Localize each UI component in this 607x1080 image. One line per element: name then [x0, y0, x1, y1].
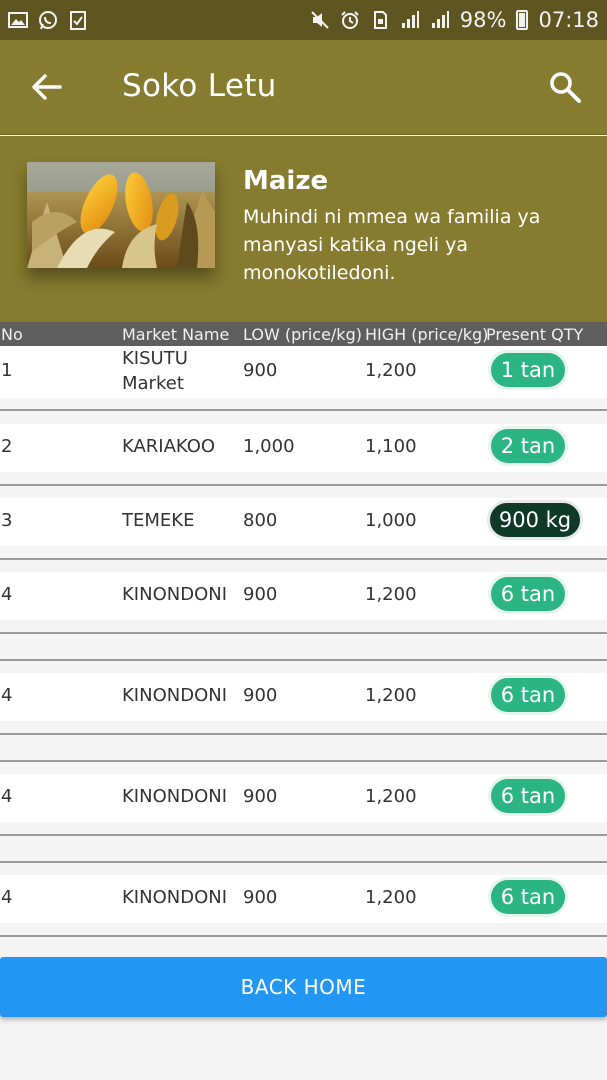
cell-low-price: 900	[243, 685, 278, 706]
cell-high-price: 1,200	[365, 360, 417, 381]
table-header: No Market Name LOW (price/kg) HIGH (pric…	[0, 322, 607, 346]
battery-percent: 98%	[459, 8, 507, 32]
cell-market-name: KINONDONI	[122, 685, 228, 706]
search-icon[interactable]	[548, 70, 582, 104]
product-name: Maize	[243, 166, 329, 196]
signal-icon	[401, 11, 419, 28]
whatsapp-icon	[39, 11, 57, 30]
row-divider	[0, 659, 607, 661]
table-row[interactable]: 4 KINONDONI 900 1,200 6 tan	[0, 673, 607, 721]
cell-low-price: 900	[243, 360, 278, 381]
column-header-low: LOW (price/kg)	[243, 325, 362, 344]
product-description: Muhindi ni mmea wa familia ya manyasi ka…	[243, 206, 541, 284]
column-header-qty: Present QTY	[486, 325, 584, 344]
cell-no: 3	[1, 510, 13, 531]
page-title: Soko Letu	[122, 68, 277, 104]
table-row[interactable]: 4 KINONDONI 900 1,200 6 tan	[0, 774, 607, 822]
signal-icon	[431, 11, 449, 28]
cell-no: 4	[1, 786, 13, 807]
cell-low-price: 800	[243, 510, 278, 531]
cell-market-name: KINONDONI	[122, 887, 228, 908]
quantity-badge: 1 tan	[488, 350, 568, 390]
quantity-badge: 2 tan	[488, 426, 568, 466]
product-header: Maize Muhindi ni mmea wa familia ya many…	[0, 136, 607, 322]
cell-no: 4	[1, 584, 13, 605]
row-divider	[0, 409, 607, 411]
row-divider	[0, 733, 607, 735]
column-header-market: Market Name	[122, 325, 230, 344]
table-row[interactable]: 4 KINONDONI 900 1,200 6 tan	[0, 572, 607, 620]
row-divider	[0, 935, 607, 937]
cell-high-price: 1,000	[365, 510, 417, 531]
quantity-badge: 6 tan	[488, 776, 568, 816]
cell-market-name: TEMEKE	[122, 510, 195, 531]
cell-no: 2	[1, 436, 13, 457]
back-home-button[interactable]: BACK HOME	[0, 957, 607, 1017]
mute-icon	[311, 11, 329, 29]
quantity-badge: 900 kg	[487, 500, 583, 540]
cell-market-name: KINONDONI	[122, 584, 228, 605]
table-row[interactable]: 1 KISUTU Market 900 1,200 1 tan	[0, 346, 607, 398]
cell-no: 4	[1, 887, 13, 908]
row-divider	[0, 558, 607, 560]
cell-market-name: KISUTU Market	[122, 348, 188, 394]
table-row[interactable]: 3 TEMEKE 800 1,000 900 kg	[0, 498, 607, 546]
row-divider	[0, 484, 607, 486]
row-divider	[0, 632, 607, 634]
quantity-badge: 6 tan	[488, 675, 568, 715]
quantity-badge: 6 tan	[488, 574, 568, 614]
cell-high-price: 1,200	[365, 786, 417, 807]
cell-high-price: 1,200	[365, 887, 417, 908]
cell-high-price: 1,100	[365, 436, 417, 457]
gallery-icon	[8, 12, 28, 28]
status-bar-left	[8, 10, 88, 30]
cell-low-price: 900	[243, 786, 278, 807]
back-arrow-icon[interactable]	[30, 70, 64, 104]
sim-icon	[373, 11, 387, 29]
row-divider	[0, 861, 607, 863]
maize-image	[27, 162, 215, 268]
status-time: 07:18	[538, 8, 599, 32]
table-row[interactable]: 2 KARIAKOO 1,000 1,100 2 tan	[0, 424, 607, 472]
clipboard-check-icon	[70, 11, 86, 30]
table-row[interactable]: 4 KINONDONI 900 1,200 6 tan	[0, 875, 607, 923]
cell-market-name: KARIAKOO	[122, 436, 216, 457]
quantity-badge: 6 tan	[488, 877, 568, 917]
cell-low-price: 900	[243, 887, 278, 908]
cell-high-price: 1,200	[365, 584, 417, 605]
row-divider	[0, 760, 607, 762]
cell-low-price: 1,000	[243, 436, 295, 457]
column-header-no: No	[1, 325, 23, 344]
app-toolbar: Soko Letu	[0, 40, 607, 135]
cell-no: 4	[1, 685, 13, 706]
alarm-icon	[341, 11, 359, 29]
cell-low-price: 900	[243, 584, 278, 605]
column-header-high: HIGH (price/kg)	[365, 325, 489, 344]
status-bar-right: 98% 07:18	[310, 8, 599, 32]
row-divider	[0, 834, 607, 836]
status-bar: 98% 07:18	[0, 0, 607, 40]
cell-no: 1	[1, 360, 13, 381]
cell-market-name: KINONDONI	[122, 786, 228, 807]
battery-icon	[516, 10, 529, 30]
cell-high-price: 1,200	[365, 685, 417, 706]
